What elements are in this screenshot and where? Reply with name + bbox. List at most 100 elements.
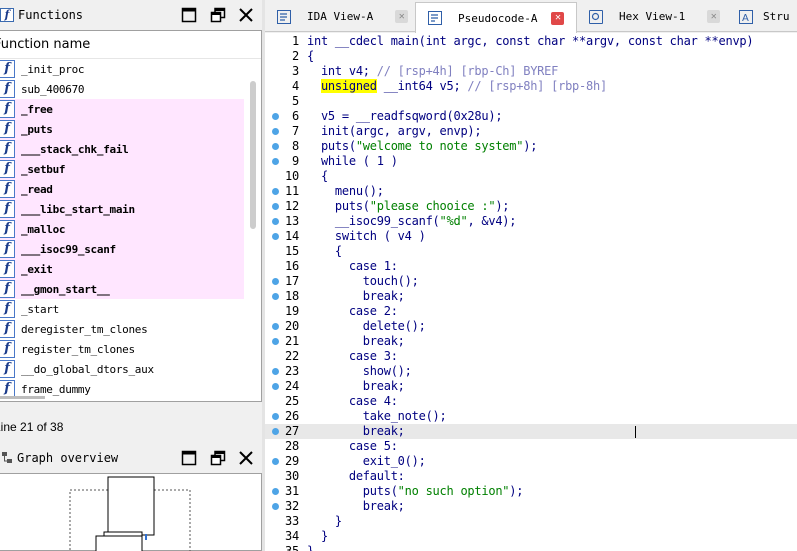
breakpoint-dot-icon[interactable] bbox=[272, 323, 279, 330]
function-name-column-header[interactable]: Function name bbox=[0, 31, 261, 59]
function-list-item[interactable]: f register_tm_clones bbox=[0, 339, 244, 359]
function-list-item[interactable]: f _malloc bbox=[0, 219, 244, 239]
code-line[interactable]: 28 case 5: bbox=[265, 439, 797, 454]
pseudocode-editor[interactable]: 1 int __cdecl main(int argc, const char *… bbox=[265, 33, 797, 551]
code-line[interactable]: 13 __isoc99_scanf("%d", &v4); bbox=[265, 214, 797, 229]
breakpoint-dot-icon[interactable] bbox=[272, 338, 279, 345]
function-list-item[interactable]: f _start bbox=[0, 299, 244, 319]
function-list-item[interactable]: f __gmon_start__ bbox=[0, 279, 244, 299]
left-pane: f Functions Function name f _init_proc f su… bbox=[0, 0, 262, 551]
functions-list[interactable]: Function name f _init_proc f sub_400670 f _fr… bbox=[0, 30, 262, 402]
code-line[interactable]: 2{ bbox=[265, 49, 797, 64]
function-list-item[interactable]: f ___isoc99_scanf bbox=[0, 239, 244, 259]
code-line[interactable]: 6 v5 = __readfsqword(0x28u); bbox=[265, 109, 797, 124]
code-line[interactable]: 24 break; bbox=[265, 379, 797, 394]
code-line[interactable]: 7 init(argc, argv, envp); bbox=[265, 124, 797, 139]
tab-structures[interactable]: A Stru bbox=[727, 2, 797, 31]
code-line[interactable]: 18 break; bbox=[265, 289, 797, 304]
breakpoint-dot-icon[interactable] bbox=[272, 488, 279, 495]
functions-vertical-scrollbar[interactable] bbox=[250, 81, 256, 229]
tab-hex-view-1[interactable]: Hex View-1 ✕ bbox=[577, 2, 727, 31]
code-line[interactable]: 17 touch(); bbox=[265, 274, 797, 289]
float-icon[interactable] bbox=[210, 7, 226, 23]
code-line[interactable]: 14 switch ( v4 ) bbox=[265, 229, 797, 244]
function-list-item[interactable]: f sub_400670 bbox=[0, 79, 244, 99]
function-list-item[interactable]: f _init_proc bbox=[0, 59, 244, 79]
breakpoint-dot-icon[interactable] bbox=[272, 383, 279, 390]
line-number: 6 bbox=[292, 109, 299, 123]
graph-float-icon[interactable] bbox=[210, 450, 226, 466]
function-list-item[interactable]: f _setbuf bbox=[0, 159, 244, 179]
breakpoint-dot-icon[interactable] bbox=[272, 293, 279, 300]
tab-ida-view-a[interactable]: IDA View-A ✕ bbox=[265, 2, 415, 31]
graph-close-icon[interactable] bbox=[238, 450, 254, 466]
close-pane-icon[interactable] bbox=[238, 7, 254, 23]
code-line[interactable]: 29 exit_0(); bbox=[265, 454, 797, 469]
line-number: 10 bbox=[285, 169, 299, 183]
code-line[interactable]: 8 puts("welcome to note system"); bbox=[265, 139, 797, 154]
function-list-item[interactable]: f ___stack_chk_fail bbox=[0, 139, 244, 159]
breakpoint-dot-icon[interactable] bbox=[272, 188, 279, 195]
breakpoint-dot-icon[interactable] bbox=[272, 428, 279, 435]
tab-ida-view-close-icon[interactable]: ✕ bbox=[395, 10, 409, 23]
breakpoint-dot-icon[interactable] bbox=[272, 113, 279, 120]
breakpoint-dot-icon[interactable] bbox=[272, 233, 279, 240]
code-line[interactable]: 10 { bbox=[265, 169, 797, 184]
code-line[interactable]: 26 take_note(); bbox=[265, 409, 797, 424]
function-list-item[interactable]: f deregister_tm_clones bbox=[0, 319, 244, 339]
maximize-icon[interactable] bbox=[181, 7, 197, 23]
code-line[interactable]: 27 break; bbox=[265, 424, 797, 439]
code-line[interactable]: 20 delete(); bbox=[265, 319, 797, 334]
tab-pseudocode-close-icon[interactable]: ✕ bbox=[551, 11, 565, 25]
graph-maximize-icon[interactable] bbox=[181, 450, 197, 466]
function-list-item[interactable]: f _exit bbox=[0, 259, 244, 279]
breakpoint-dot-icon[interactable] bbox=[272, 218, 279, 225]
code-text: switch ( v4 ) bbox=[307, 229, 426, 243]
code-line[interactable]: 23 show(); bbox=[265, 364, 797, 379]
breakpoint-dot-icon[interactable] bbox=[272, 158, 279, 165]
breakpoint-dot-icon[interactable] bbox=[272, 128, 279, 135]
tab-hex-view-close-icon[interactable]: ✕ bbox=[707, 10, 721, 23]
functions-horizontal-scrollbar[interactable] bbox=[0, 396, 45, 399]
code-line[interactable]: 31 puts("no such option"); bbox=[265, 484, 797, 499]
code-line[interactable]: 16 case 1: bbox=[265, 259, 797, 274]
function-list-item[interactable]: f _free bbox=[0, 99, 244, 119]
code-line[interactable]: 9 while ( 1 ) bbox=[265, 154, 797, 169]
code-line[interactable]: 3 int v4; // [rsp+4h] [rbp-Ch] BYREF bbox=[265, 64, 797, 79]
breakpoint-dot-icon[interactable] bbox=[272, 203, 279, 210]
code-line[interactable]: 32 break; bbox=[265, 499, 797, 514]
code-line[interactable]: 33 } bbox=[265, 514, 797, 529]
code-line[interactable]: 11 menu(); bbox=[265, 184, 797, 199]
function-name: sub_400670 bbox=[21, 82, 85, 96]
code-line[interactable]: 19 case 2: bbox=[265, 304, 797, 319]
code-line[interactable]: 5 bbox=[265, 94, 797, 109]
breakpoint-dot-icon[interactable] bbox=[272, 458, 279, 465]
breakpoint-dot-icon[interactable] bbox=[272, 143, 279, 150]
function-list-item[interactable]: f _read bbox=[0, 179, 244, 199]
code-text: { bbox=[307, 169, 328, 183]
tab-pseudocode-a[interactable]: Pseudocode-A ✕ bbox=[415, 2, 577, 33]
code-line[interactable]: 12 puts("please chooice :"); bbox=[265, 199, 797, 214]
breakpoint-dot-icon[interactable] bbox=[272, 368, 279, 375]
code-line[interactable]: 34 } bbox=[265, 529, 797, 544]
code-line[interactable]: 35} bbox=[265, 544, 797, 551]
breakpoint-dot-icon[interactable] bbox=[272, 503, 279, 510]
code-line[interactable]: 15 { bbox=[265, 244, 797, 259]
function-name: _free bbox=[21, 102, 53, 116]
graph-overview-canvas[interactable] bbox=[0, 473, 262, 551]
breakpoint-dot-icon[interactable] bbox=[272, 413, 279, 420]
code-line[interactable]: 22 case 3: bbox=[265, 349, 797, 364]
function-list-item[interactable]: f _puts bbox=[0, 119, 244, 139]
line-number: 29 bbox=[285, 454, 299, 468]
code-line[interactable]: 1 int __cdecl main(int argc, const char *… bbox=[265, 34, 797, 49]
code-line[interactable]: 30 default: bbox=[265, 469, 797, 484]
breakpoint-dot-icon[interactable] bbox=[272, 278, 279, 285]
function-list-item[interactable]: f __do_global_dtors_aux bbox=[0, 359, 244, 379]
code-line[interactable]: 4 unsigned __int64 v5; // [rsp+8h] [rbp-… bbox=[265, 79, 797, 94]
functions-pane-title: Functions bbox=[18, 8, 84, 22]
function-name: _malloc bbox=[21, 222, 66, 236]
code-line[interactable]: 21 break; bbox=[265, 334, 797, 349]
code-line[interactable]: 25 case 4: bbox=[265, 394, 797, 409]
function-list-item[interactable]: f ___libc_start_main bbox=[0, 199, 244, 219]
function-name: _init_proc bbox=[21, 62, 85, 76]
